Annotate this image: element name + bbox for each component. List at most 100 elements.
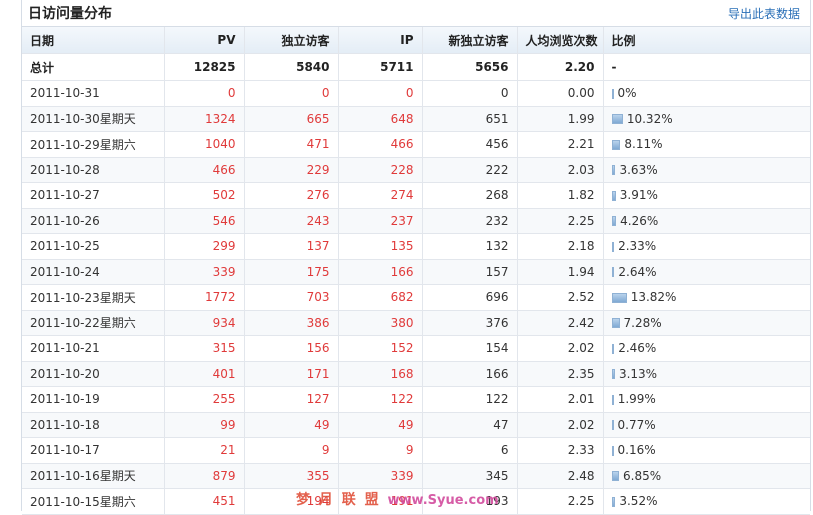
table-header-row: 日期 PV 独立访客 IP 新独立访客 人均浏览次数 比例 <box>22 27 810 54</box>
report-header: 日访问量分布 导出此表数据 <box>22 0 810 27</box>
cell-pv[interactable]: 0 <box>164 80 245 107</box>
cell-ip[interactable]: 274 <box>338 182 423 209</box>
ratio-bar <box>611 318 620 329</box>
total-label: 总计 <box>22 53 165 81</box>
cell-date[interactable]: 2011-10-26 <box>22 208 165 234</box>
cell-pv[interactable]: 451 <box>164 488 245 515</box>
table-row: 2011-10-17 21 9 9 6 2.33 0.16% <box>22 437 810 464</box>
cell-pv[interactable]: 21 <box>164 437 245 464</box>
ratio-value: 0% <box>617 86 637 101</box>
cell-date[interactable]: 2011-10-16星期天 <box>22 463 165 489</box>
table-row: 2011-10-31 0 0 0 0 0.00 0% <box>22 80 810 107</box>
cell-unique-visitors[interactable]: 171 <box>244 361 339 387</box>
cell-new-visitors: 157 <box>422 259 518 285</box>
cell-pv[interactable]: 1772 <box>164 284 245 311</box>
cell-unique-visitors[interactable]: 229 <box>244 157 339 183</box>
cell-pv[interactable]: 299 <box>164 233 245 260</box>
cell-ip[interactable]: 237 <box>338 208 423 234</box>
cell-ip[interactable]: 0 <box>338 80 423 107</box>
ratio-value: 3.63% <box>619 162 658 177</box>
cell-ip[interactable]: 135 <box>338 233 423 260</box>
cell-date[interactable]: 2011-10-31 <box>22 80 165 107</box>
ratio-bar <box>611 139 621 150</box>
ratio-value: 3.52% <box>619 494 658 509</box>
cell-pv[interactable]: 315 <box>164 335 245 362</box>
column-header-date[interactable]: 日期 <box>22 27 165 54</box>
cell-date[interactable]: 2011-10-15星期六 <box>22 488 165 515</box>
cell-ip[interactable]: 166 <box>338 259 423 285</box>
cell-pv[interactable]: 546 <box>164 208 245 234</box>
cell-ip[interactable]: 49 <box>338 412 423 438</box>
cell-ip[interactable]: 152 <box>338 335 423 362</box>
total-row: 总计 12825 5840 5711 5656 2.20 - <box>22 53 810 81</box>
cell-date[interactable]: 2011-10-29星期六 <box>22 131 165 158</box>
table-row: 2011-10-29星期六 1040 471 466 456 2.21 8.11% <box>22 131 810 158</box>
cell-date[interactable]: 2011-10-27 <box>22 182 165 209</box>
cell-date[interactable]: 2011-10-18 <box>22 412 165 438</box>
cell-ip[interactable]: 168 <box>338 361 423 387</box>
cell-pv[interactable]: 1324 <box>164 106 245 132</box>
cell-unique-visitors[interactable]: 137 <box>244 233 339 260</box>
cell-date[interactable]: 2011-10-20 <box>22 361 165 387</box>
cell-date[interactable]: 2011-10-23星期天 <box>22 284 165 311</box>
cell-pv[interactable]: 502 <box>164 182 245 209</box>
cell-unique-visitors[interactable]: 49 <box>244 412 339 438</box>
column-header-avg-views[interactable]: 人均浏览次数 <box>517 27 604 54</box>
cell-pv[interactable]: 99 <box>164 412 245 438</box>
cell-unique-visitors[interactable]: 175 <box>244 259 339 285</box>
cell-ratio: 1.99% <box>603 386 810 413</box>
cell-pv[interactable]: 934 <box>164 310 245 336</box>
cell-avg-views: 2.42 <box>517 310 604 336</box>
cell-unique-visitors[interactable]: 355 <box>244 463 339 489</box>
cell-unique-visitors[interactable]: 471 <box>244 131 339 158</box>
export-data-link[interactable]: 导出此表数据 <box>728 5 800 22</box>
column-header-new-visitors[interactable]: 新独立访客 <box>422 27 518 54</box>
cell-date[interactable]: 2011-10-24 <box>22 259 165 285</box>
report-panel: 日访问量分布 导出此表数据 日期 PV 独立访客 IP 新独立访客 人均浏览次数… <box>21 0 811 515</box>
cell-new-visitors: 651 <box>422 106 518 132</box>
cell-ip[interactable]: 228 <box>338 157 423 183</box>
cell-date[interactable]: 2011-10-21 <box>22 335 165 362</box>
cell-unique-visitors[interactable]: 276 <box>244 182 339 209</box>
cell-date[interactable]: 2011-10-28 <box>22 157 165 183</box>
cell-date[interactable]: 2011-10-22星期六 <box>22 310 165 336</box>
cell-new-visitors: 166 <box>422 361 518 387</box>
cell-ip[interactable]: 339 <box>338 463 423 489</box>
cell-pv[interactable]: 879 <box>164 463 245 489</box>
cell-ip[interactable]: 380 <box>338 310 423 336</box>
cell-unique-visitors[interactable]: 665 <box>244 106 339 132</box>
ratio-value: 1.99% <box>617 392 656 407</box>
cell-ip[interactable]: 466 <box>338 131 423 158</box>
cell-date[interactable]: 2011-10-25 <box>22 233 165 260</box>
cell-ip[interactable]: 648 <box>338 106 423 132</box>
cell-pv[interactable]: 1040 <box>164 131 245 158</box>
cell-unique-visitors[interactable]: 156 <box>244 335 339 362</box>
column-header-unique-visitors[interactable]: 独立访客 <box>244 27 339 54</box>
report-title: 日访问量分布 <box>28 6 112 22</box>
cell-unique-visitors[interactable]: 386 <box>244 310 339 336</box>
cell-ip[interactable]: 682 <box>338 284 423 311</box>
cell-ip[interactable]: 122 <box>338 386 423 413</box>
cell-date[interactable]: 2011-10-19 <box>22 386 165 413</box>
cell-pv[interactable]: 255 <box>164 386 245 413</box>
column-header-ratio[interactable]: 比例 <box>603 27 810 54</box>
cell-pv[interactable]: 466 <box>164 157 245 183</box>
cell-pv[interactable]: 401 <box>164 361 245 387</box>
cell-ratio: 6.85% <box>603 463 810 489</box>
cell-ratio: 2.64% <box>603 259 810 285</box>
cell-pv[interactable]: 339 <box>164 259 245 285</box>
column-header-ip[interactable]: IP <box>338 27 423 54</box>
cell-unique-visitors[interactable]: 127 <box>244 386 339 413</box>
total-unique-visitors: 5840 <box>244 53 339 81</box>
ratio-value: 2.33% <box>618 239 657 254</box>
column-header-pv[interactable]: PV <box>164 27 245 54</box>
cell-ip[interactable]: 9 <box>338 437 423 464</box>
ratio-value: 3.13% <box>618 366 658 381</box>
cell-unique-visitors[interactable]: 0 <box>244 80 339 107</box>
cell-unique-visitors[interactable]: 243 <box>244 208 339 234</box>
cell-unique-visitors[interactable]: 9 <box>244 437 339 464</box>
cell-date[interactable]: 2011-10-30星期天 <box>22 106 165 132</box>
table-row: 2011-10-20 401 171 168 166 2.35 3.13% <box>22 361 810 387</box>
cell-unique-visitors[interactable]: 703 <box>244 284 339 311</box>
cell-date[interactable]: 2011-10-17 <box>22 437 165 464</box>
